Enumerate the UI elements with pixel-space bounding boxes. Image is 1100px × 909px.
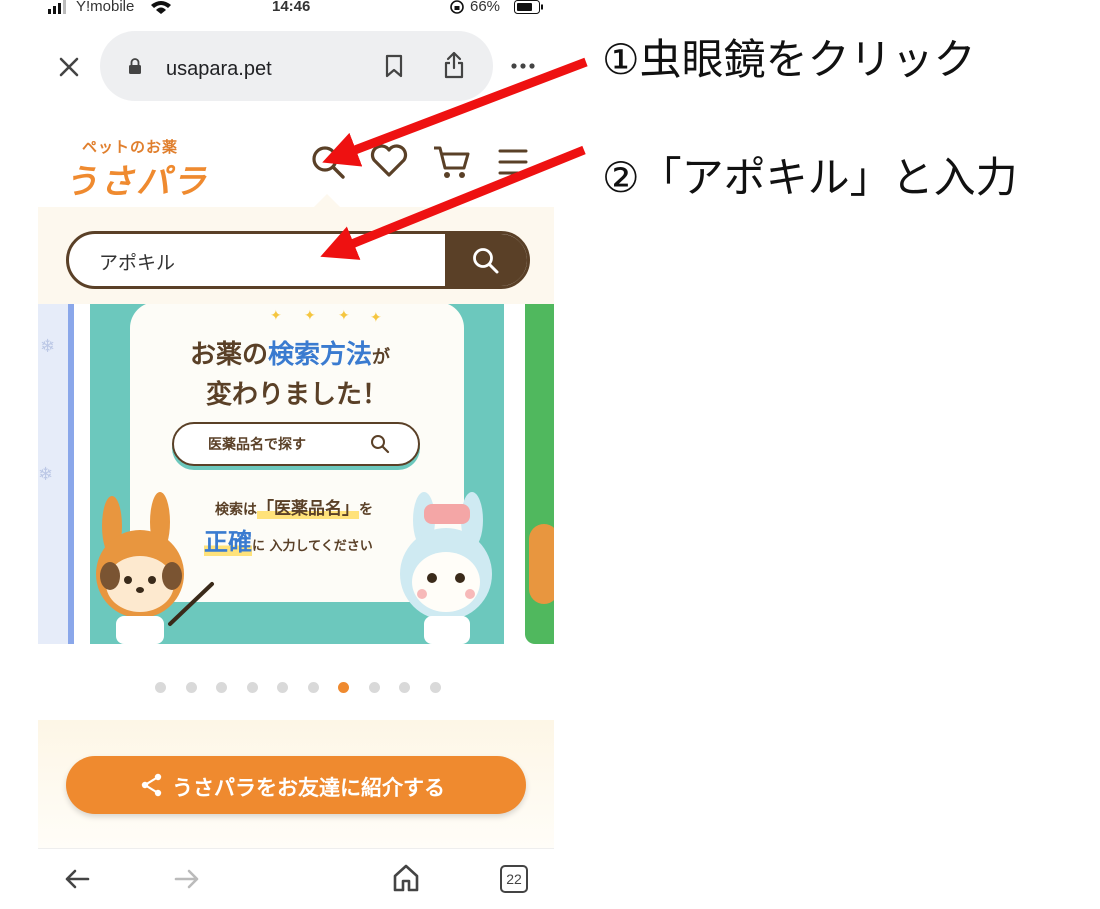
arrow-to-search-input: [320, 145, 586, 260]
arrow-to-search-icon: [322, 57, 588, 167]
annotation-arrows: [320, 57, 588, 260]
annotation-step-2: ②「アポキル」と入力: [602, 153, 1018, 202]
annotation-step-1: ①虫眼鏡をクリック: [602, 35, 976, 84]
